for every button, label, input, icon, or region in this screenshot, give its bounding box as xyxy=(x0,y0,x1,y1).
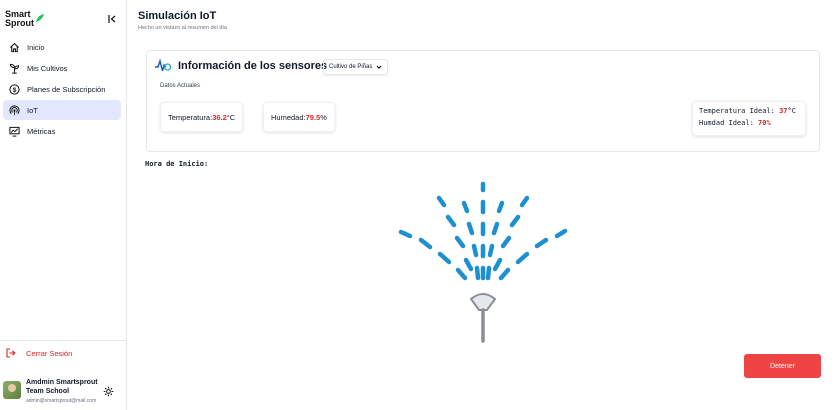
sidebar-item-iot[interactable]: IoT xyxy=(3,100,121,120)
settings-gear-icon[interactable] xyxy=(103,384,114,402)
ideal-temp-value: 37 xyxy=(779,107,788,115)
avatar[interactable] xyxy=(3,381,21,399)
chevron-down-icon xyxy=(376,65,382,70)
logout-button[interactable]: Cerrar Sesión xyxy=(6,348,72,358)
logout-icon xyxy=(6,348,16,358)
sidebar-item-label: IoT xyxy=(27,105,38,115)
sprinkler-icon xyxy=(398,181,568,343)
sidebar-item-planes[interactable]: $ Planes de Subscripción xyxy=(3,79,121,99)
plant-icon xyxy=(8,62,20,74)
sidebar-item-mis-cultivos[interactable]: Mis Cultivos xyxy=(3,58,121,78)
ideal-hum-value: 70% xyxy=(758,119,771,127)
chart-icon xyxy=(8,125,20,137)
start-time-label: Hora de Inicio: xyxy=(145,160,209,168)
sidebar-item-label: Planes de Subscripción xyxy=(27,84,106,94)
brand-line-2: Sprout xyxy=(5,18,34,28)
temperature-metric: Temperatura: 36.2 °C xyxy=(160,102,244,132)
sidebar-nav: Inicio Mis Cultivos $ Planes de Subscrip… xyxy=(3,37,121,142)
sidebar-item-metricas[interactable]: Métricas xyxy=(3,121,121,141)
temperature-unit: °C xyxy=(226,112,236,122)
brand-logo[interactable]: Smart Sprout xyxy=(5,9,45,31)
sidebar-item-inicio[interactable]: Inicio xyxy=(3,37,121,57)
temperature-value: 36.2 xyxy=(212,112,227,122)
sensor-info-card: Información de los sensores Cultivo de P… xyxy=(146,50,820,152)
logout-label: Cerrar Sesión xyxy=(26,348,73,358)
sidebar-item-label: Métricas xyxy=(27,126,56,136)
sensor-card-title: Información de los sensores xyxy=(178,60,328,72)
sidebar: Smart Sprout Inicio Mis Cultivos $ Plane… xyxy=(0,0,127,410)
humidity-unit: % xyxy=(320,112,327,122)
svg-text:$: $ xyxy=(12,86,16,93)
crop-select[interactable]: Cultivo de Piñas xyxy=(323,59,389,75)
humidity-metric: Humedad: 79.5 % xyxy=(263,102,335,132)
ideal-temp-unit: °C xyxy=(787,107,796,115)
water-spray xyxy=(398,181,568,281)
page-subtitle: Hecho un vistazo al resumen del día xyxy=(138,25,227,31)
pulse-icon xyxy=(154,58,172,78)
home-icon xyxy=(8,41,20,53)
page-title: Simulación IoT xyxy=(138,10,217,22)
sidebar-divider xyxy=(0,340,127,341)
sidebar-item-label: Mis Cultivos xyxy=(27,63,68,73)
user-name: Amdmin Smartsprout Team School xyxy=(26,379,98,395)
leaf-icon xyxy=(36,14,44,22)
ideal-temp-label: Temperatura Ideal: xyxy=(699,107,780,115)
sprinkler-head xyxy=(469,293,497,343)
user-email: admin@smartsprout@mail.com xyxy=(26,398,97,404)
ideal-values-box: Temperatura Ideal: 37°C Humdad Ideal: 70… xyxy=(692,101,806,136)
crop-select-value: Cultivo de Piñas xyxy=(329,64,373,70)
collapse-icon xyxy=(108,15,116,23)
temperature-label: Temperatura: xyxy=(168,112,213,122)
collapse-sidebar-button[interactable] xyxy=(105,12,119,26)
user-profile: Amdmin Smartsprout Team School admin@sma… xyxy=(3,378,125,408)
stop-button[interactable]: Detener xyxy=(744,354,821,378)
ideal-hum-label: Humdad Ideal: xyxy=(699,119,759,127)
dollar-icon: $ xyxy=(8,83,20,95)
current-data-label: Datos Actuales xyxy=(160,83,201,89)
sidebar-item-label: Inicio xyxy=(27,42,45,52)
humidity-label: Humedad: xyxy=(271,112,306,122)
broadcast-icon xyxy=(8,104,20,116)
humidity-value: 79.5 xyxy=(305,112,321,122)
